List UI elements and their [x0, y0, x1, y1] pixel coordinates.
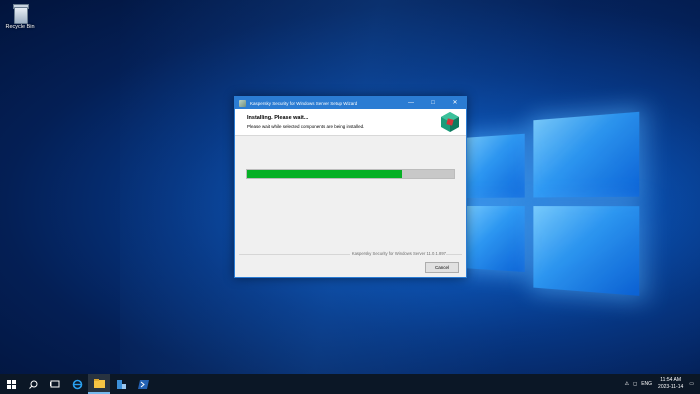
internet-explorer-button[interactable] [66, 374, 88, 394]
system-tray: ⚠ ◻ ENG 11:54 AM 2023-11-14 ▭ [625, 374, 700, 394]
start-button[interactable] [0, 374, 22, 394]
clock-time: 11:54 AM [660, 377, 682, 383]
cancel-button[interactable]: Cancel [425, 262, 459, 273]
recycle-bin-icon [12, 4, 29, 24]
progress-fill [247, 170, 403, 178]
server-manager-icon [116, 379, 126, 389]
wizard-header: Installing. Please wait... Please wait w… [235, 109, 466, 136]
window-title: Kaspersky Security for Windows Server Se… [250, 100, 358, 106]
desktop-icon-recycle-bin[interactable]: Recycle Bin [2, 4, 38, 31]
taskbar: ⚠ ◻ ENG 11:54 AM 2023-11-14 ▭ [0, 374, 700, 394]
header-title: Installing. Please wait... [247, 115, 309, 121]
title-bar[interactable]: Kaspersky Security for Windows Server Se… [235, 97, 466, 109]
install-progress-bar [246, 169, 455, 179]
setup-wizard-window: Kaspersky Security for Windows Server Se… [234, 96, 467, 278]
task-view-icon [50, 380, 60, 388]
server-manager-button[interactable] [110, 374, 132, 394]
kaspersky-logo-icon [441, 112, 459, 132]
installer-icon [239, 99, 246, 107]
search-icon [28, 380, 37, 389]
desktop: Recycle Bin Kaspersky Security for Windo… [0, 0, 700, 394]
file-explorer-button[interactable] [88, 374, 110, 394]
folder-icon [93, 378, 105, 388]
powershell-icon [137, 379, 149, 389]
powershell-button[interactable] [132, 374, 154, 394]
speaker-icon[interactable]: ◻ [633, 381, 637, 387]
task-view-button[interactable] [44, 374, 66, 394]
windows-start-icon [6, 379, 16, 389]
language-indicator[interactable]: ENG [641, 381, 652, 387]
internet-explorer-icon [72, 379, 82, 389]
clock-date: 2023-11-14 [658, 384, 684, 390]
close-button[interactable]: ✕ [444, 97, 466, 109]
maximize-button[interactable]: □ [422, 97, 444, 109]
version-label: Kaspersky Security for Windows Server 11… [349, 251, 446, 256]
search-button[interactable] [22, 374, 44, 394]
windows-logo-wallpaper [462, 99, 700, 311]
desktop-icon-label: Recycle Bin [5, 24, 35, 30]
clock[interactable]: 11:54 AM 2023-11-14 [658, 377, 683, 391]
network-icon[interactable]: ⚠ [625, 381, 629, 387]
minimize-button[interactable]: — [400, 97, 422, 109]
header-subtitle: Please wait while selected components ar… [247, 124, 365, 129]
notification-icon[interactable]: ▭ [689, 381, 694, 387]
